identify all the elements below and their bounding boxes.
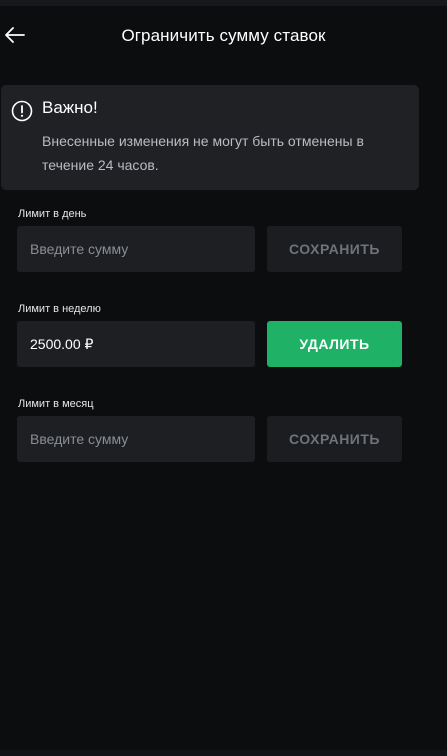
notice-text: Внесенные изменения не могут быть отмене… [42,133,364,173]
weekly-limit-value: 2500.00 ₽ [30,335,94,352]
weekly-limit-label: Лимит в неделю [18,303,101,315]
monthly-limit-input[interactable]: Введите сумму [17,416,255,462]
notice-title: Важно! [42,98,98,117]
daily-limit-placeholder: Введите сумму [30,241,129,257]
page-title: Ограничить сумму ставок [121,26,326,45]
monthly-limit-placeholder: Введите сумму [30,431,129,447]
daily-limit-label: Лимит в день [18,208,87,220]
important-notice: Важно! Внесенные изменения не могут быть… [1,85,419,190]
bottom-bar-area [0,750,447,756]
page-header: Ограничить сумму ставок [0,6,447,68]
daily-limit-input[interactable]: Введите сумму [17,226,255,272]
weekly-limit-delete-button[interactable]: УДАЛИТЬ [267,321,402,367]
weekly-limit-input[interactable]: 2500.00 ₽ [17,321,255,367]
daily-limit-save-button[interactable]: СОХРАНИТЬ [267,226,402,272]
exclamation-circle-icon [11,100,33,122]
monthly-limit-save-button[interactable]: СОХРАНИТЬ [267,416,402,462]
monthly-limit-label: Лимит в месяц [18,398,94,410]
